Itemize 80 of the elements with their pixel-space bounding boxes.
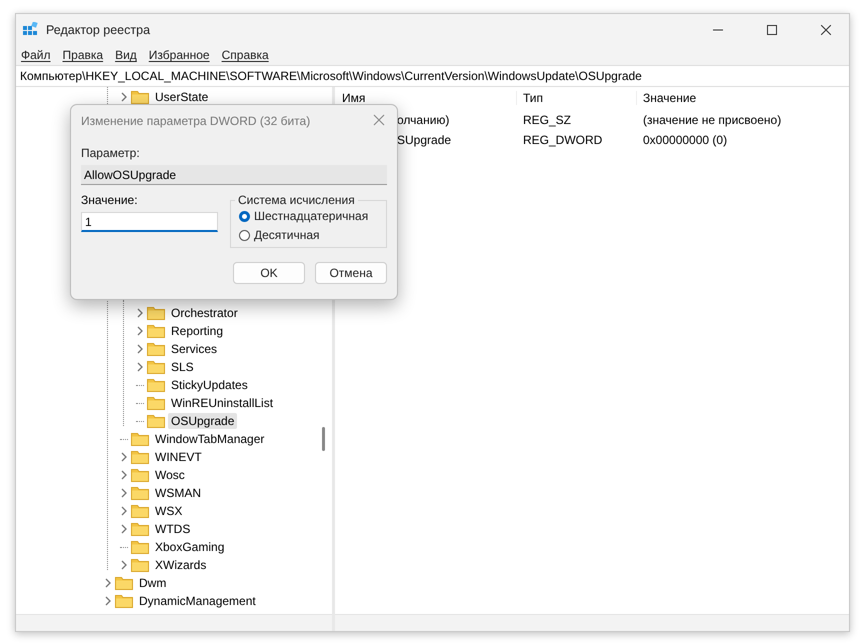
chevron-icon[interactable] [120, 488, 128, 498]
address-bar[interactable]: Компьютер\HKEY_LOCAL_MACHINE\SOFTWARE\Microsoft\Windows\CurrentVersion\WindowsUpdate\OSUpgrade [16, 65, 849, 87]
folder-icon [131, 90, 149, 104]
value-data-cell-text: (значение не присвоено) [642, 113, 782, 127]
chevron-icon[interactable] [120, 524, 128, 534]
menu-item[interactable]: Вид [115, 48, 137, 62]
folder-icon [131, 450, 149, 464]
menu-item[interactable]: Избранное [148, 48, 210, 62]
chevron-icon[interactable] [136, 362, 144, 372]
folder-icon [147, 378, 165, 392]
field-label: Параметр: [81, 146, 141, 160]
tree-item[interactable]: SLS [168, 359, 197, 375]
folder-icon [131, 468, 149, 482]
field-label: Значение: [81, 193, 139, 207]
chevron-icon[interactable] [120, 452, 128, 462]
column-header[interactable]: Имя [335, 91, 516, 105]
folder-icon [115, 594, 133, 608]
column-header[interactable]: Тип [516, 91, 636, 105]
tree-item[interactable]: StickyUpdates [168, 377, 251, 393]
tree-item[interactable]: WINEVT [152, 449, 205, 465]
tree-item[interactable]: DynamicManagement [136, 593, 259, 609]
registry-editor-icon [22, 22, 38, 38]
folder-icon [147, 414, 165, 428]
chevron-icon[interactable] [120, 470, 128, 480]
folder-icon [147, 306, 165, 320]
dialog-button[interactable]: Отмена [315, 262, 387, 284]
tree-item[interactable]: Wosc [152, 467, 188, 483]
folder-icon [115, 576, 133, 590]
menu-item[interactable]: Файл [21, 48, 51, 62]
chevron-icon[interactable] [120, 92, 128, 102]
horizontal-scrollbar[interactable] [16, 614, 332, 631]
column-header[interactable]: Значение [636, 91, 849, 105]
dialog-title: Изменение параметра DWORD (32 бита) [81, 114, 310, 128]
tree-item[interactable]: WindowTabManager [152, 431, 268, 447]
tree-item[interactable]: WTDS [152, 521, 194, 537]
radio-option[interactable]: Шестнадцатеричная [239, 209, 380, 223]
tree-item[interactable]: WSX [152, 503, 186, 519]
tree-item[interactable]: XboxGaming [152, 539, 228, 555]
value-data-cell-text: 0x00000000 (0) [642, 133, 728, 147]
folder-icon [147, 396, 165, 410]
tree-item[interactable]: Dwm [136, 575, 170, 591]
folder-icon [131, 486, 149, 500]
value-name-cell-text: олчанию) [397, 113, 450, 127]
folder-icon [147, 360, 165, 374]
close-icon[interactable] [821, 24, 831, 34]
tree-item[interactable]: UserState [152, 89, 212, 105]
value-type-cell-text: REG_SZ [522, 113, 572, 127]
folder-icon [131, 540, 149, 554]
chevron-icon[interactable] [120, 560, 128, 570]
folder-icon [131, 522, 149, 536]
value-field[interactable]: 1 [81, 212, 218, 232]
window-title: Редактор реестра [46, 22, 152, 36]
chevron-icon[interactable] [120, 506, 128, 516]
tree-item[interactable]: WSMAN [152, 485, 204, 501]
chevron-icon[interactable] [104, 596, 112, 606]
name-field[interactable]: AllowOSUpgrade [81, 165, 387, 185]
value-name-cell-text: SUpgrade [397, 133, 452, 147]
folder-icon [147, 324, 165, 338]
tree-item[interactable]: Orchestrator [168, 305, 241, 321]
group-label: Система исчисления [237, 193, 356, 207]
tree-item[interactable]: WinREUninstallList [168, 395, 276, 411]
tree-item[interactable]: Reporting [168, 323, 226, 339]
tree-item[interactable]: OSUpgrade [168, 413, 238, 429]
radio-option[interactable]: Десятичная [239, 228, 380, 242]
chevron-icon[interactable] [136, 344, 144, 354]
menu-item[interactable]: Правка [62, 48, 104, 62]
folder-icon [131, 504, 149, 518]
chevron-icon[interactable] [104, 578, 112, 588]
folder-icon [131, 558, 149, 572]
folder-icon [131, 432, 149, 446]
dialog-button[interactable]: OK [233, 262, 305, 284]
value-type-cell-text: REG_DWORD [522, 133, 604, 147]
tree-item[interactable]: Services [168, 341, 220, 357]
maximize-icon[interactable] [767, 24, 777, 34]
horizontal-scrollbar[interactable] [335, 614, 849, 631]
menu-item[interactable]: Справка [222, 48, 269, 62]
chevron-icon[interactable] [136, 326, 144, 336]
tree-item[interactable]: XWizards [152, 557, 210, 573]
chevron-icon[interactable] [136, 308, 144, 318]
folder-icon [147, 342, 165, 356]
